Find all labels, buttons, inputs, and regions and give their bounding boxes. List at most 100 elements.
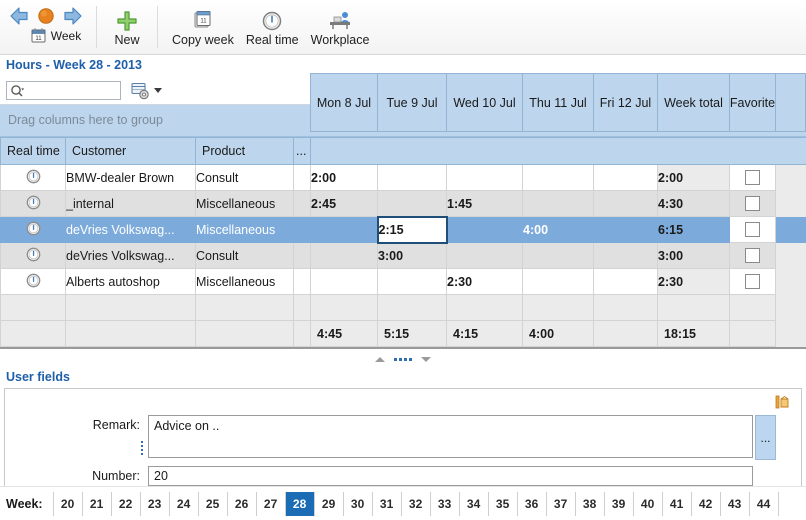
cell-week-total[interactable]: 3:00: [657, 242, 730, 269]
toolbar-item-workplace[interactable]: Workplace: [305, 8, 376, 47]
table-row[interactable]: _internal Miscellaneous 2:45 1:45 4:30: [0, 190, 806, 217]
triangle-down-icon[interactable]: [421, 356, 431, 362]
column-header-customer[interactable]: Customer: [65, 137, 196, 165]
grip-dots-icon[interactable]: [394, 357, 412, 361]
table-row[interactable]: Alberts autoshop Miscellaneous 2:30 2:30: [0, 268, 806, 295]
cell-more[interactable]: [293, 164, 311, 191]
stopwatch-icon[interactable]: [0, 242, 66, 269]
cell-tue[interactable]: 3:00: [377, 242, 447, 269]
toolbar-item-real-time[interactable]: Real time: [240, 8, 305, 47]
triangle-up-icon[interactable]: [375, 356, 385, 362]
cell-wed[interactable]: [446, 242, 523, 269]
cell-wed[interactable]: [446, 164, 523, 191]
cell-tue[interactable]: [377, 190, 447, 217]
cell-thu[interactable]: 4:00: [522, 216, 594, 243]
table-row[interactable]: deVries Volkswag... Miscellaneous 2:15 4:00…: [0, 215, 806, 244]
column-header-thu[interactable]: Thu 11 Jul: [522, 73, 593, 132]
cell-product[interactable]: Miscellaneous: [195, 190, 294, 217]
cell-more[interactable]: [293, 190, 311, 217]
column-header-realtime[interactable]: Real time: [0, 137, 66, 165]
week-number-36[interactable]: 36: [518, 491, 547, 516]
column-header-fri[interactable]: Fri 12 Jul: [593, 73, 657, 132]
column-header-more[interactable]: ...: [293, 137, 311, 165]
cell-mon[interactable]: [310, 268, 378, 295]
cell-product[interactable]: Consult: [195, 242, 294, 269]
week-number-40[interactable]: 40: [634, 491, 663, 516]
column-header-fav[interactable]: Favorite: [729, 73, 775, 132]
week-number-21[interactable]: 21: [83, 491, 112, 516]
column-header-total[interactable]: Week total: [657, 73, 729, 132]
stopwatch-icon[interactable]: [0, 268, 66, 295]
toolbar-item-week[interactable]: 11 Week: [13, 28, 81, 43]
table-row[interactable]: BMW-dealer Brown Consult 2:00 2:00: [0, 164, 806, 191]
cell-wed[interactable]: [446, 216, 523, 243]
favorite-checkbox[interactable]: [745, 222, 760, 238]
search-input-wrapper[interactable]: [6, 81, 121, 100]
cell-fri[interactable]: [593, 190, 658, 217]
cell-wed[interactable]: 1:45: [446, 190, 523, 217]
cell-tue[interactable]: [377, 268, 447, 295]
week-number-28[interactable]: 28: [285, 491, 315, 516]
week-number-25[interactable]: 25: [199, 491, 228, 516]
favorite-checkbox[interactable]: [745, 196, 760, 212]
cell-fri[interactable]: [593, 216, 658, 243]
cell-week-total[interactable]: 4:30: [657, 190, 730, 217]
favorite-checkbox[interactable]: [745, 248, 760, 264]
column-header-mon[interactable]: Mon 8 Jul: [310, 73, 377, 132]
cell-fri[interactable]: [593, 242, 658, 269]
week-number-24[interactable]: 24: [170, 491, 199, 516]
cell-fri[interactable]: [593, 164, 658, 191]
week-number-41[interactable]: 41: [663, 491, 692, 516]
week-number-35[interactable]: 35: [489, 491, 518, 516]
week-number-33[interactable]: 33: [431, 491, 460, 516]
stopwatch-icon[interactable]: [0, 164, 66, 191]
cell-customer[interactable]: deVries Volkswag...: [65, 216, 196, 243]
cell-week-total[interactable]: 2:30: [657, 268, 730, 295]
week-number-22[interactable]: 22: [112, 491, 141, 516]
cell-customer[interactable]: BMW-dealer Brown: [65, 164, 196, 191]
cell-favorite[interactable]: [729, 242, 776, 269]
cell-favorite[interactable]: [729, 216, 776, 243]
grid-settings-button[interactable]: [131, 82, 162, 100]
cell-thu[interactable]: [522, 242, 594, 269]
week-number-42[interactable]: 42: [692, 491, 721, 516]
column-header-tue[interactable]: Tue 9 Jul: [377, 73, 446, 132]
toolbar-item-new[interactable]: New: [105, 8, 149, 47]
remark-ellipsis-button[interactable]: ...: [755, 415, 776, 460]
number-input[interactable]: [148, 466, 753, 486]
cell-more[interactable]: [293, 268, 311, 295]
cell-favorite[interactable]: [729, 190, 776, 217]
cell-mon[interactable]: 2:00: [310, 164, 378, 191]
cell-thu[interactable]: [522, 190, 594, 217]
cell-week-total[interactable]: 2:00: [657, 164, 730, 191]
cell-fri[interactable]: [593, 268, 658, 295]
cell-product[interactable]: Consult: [195, 164, 294, 191]
week-number-34[interactable]: 34: [460, 491, 489, 516]
week-number-31[interactable]: 31: [373, 491, 402, 516]
cell-week-total[interactable]: 6:15: [657, 216, 730, 243]
cell-mon[interactable]: [310, 216, 378, 243]
back-arrow-icon[interactable]: [8, 6, 30, 26]
panel-splitter[interactable]: [0, 349, 806, 369]
cell-tue[interactable]: [377, 164, 447, 191]
stopwatch-icon[interactable]: [0, 216, 66, 243]
week-number-44[interactable]: 44: [750, 491, 779, 516]
week-number-37[interactable]: 37: [547, 491, 576, 516]
week-number-29[interactable]: 29: [315, 491, 344, 516]
week-number-26[interactable]: 26: [228, 491, 257, 516]
cell-more[interactable]: [293, 216, 311, 243]
column-header-tail[interactable]: [775, 73, 806, 132]
grid-settings-icon[interactable]: [131, 82, 150, 100]
cell-favorite[interactable]: [729, 164, 776, 191]
week-number-32[interactable]: 32: [402, 491, 431, 516]
cell-favorite[interactable]: [729, 268, 776, 295]
column-header-wed[interactable]: Wed 10 Jul: [446, 73, 522, 132]
cell-more[interactable]: [293, 242, 311, 269]
cell-tue[interactable]: 2:15: [376, 215, 448, 244]
favorite-checkbox[interactable]: [745, 274, 760, 290]
cell-mon[interactable]: 2:45: [310, 190, 378, 217]
column-header-product[interactable]: Product: [195, 137, 294, 165]
week-number-20[interactable]: 20: [54, 491, 83, 516]
cell-product[interactable]: Miscellaneous: [195, 216, 294, 243]
week-number-39[interactable]: 39: [605, 491, 634, 516]
